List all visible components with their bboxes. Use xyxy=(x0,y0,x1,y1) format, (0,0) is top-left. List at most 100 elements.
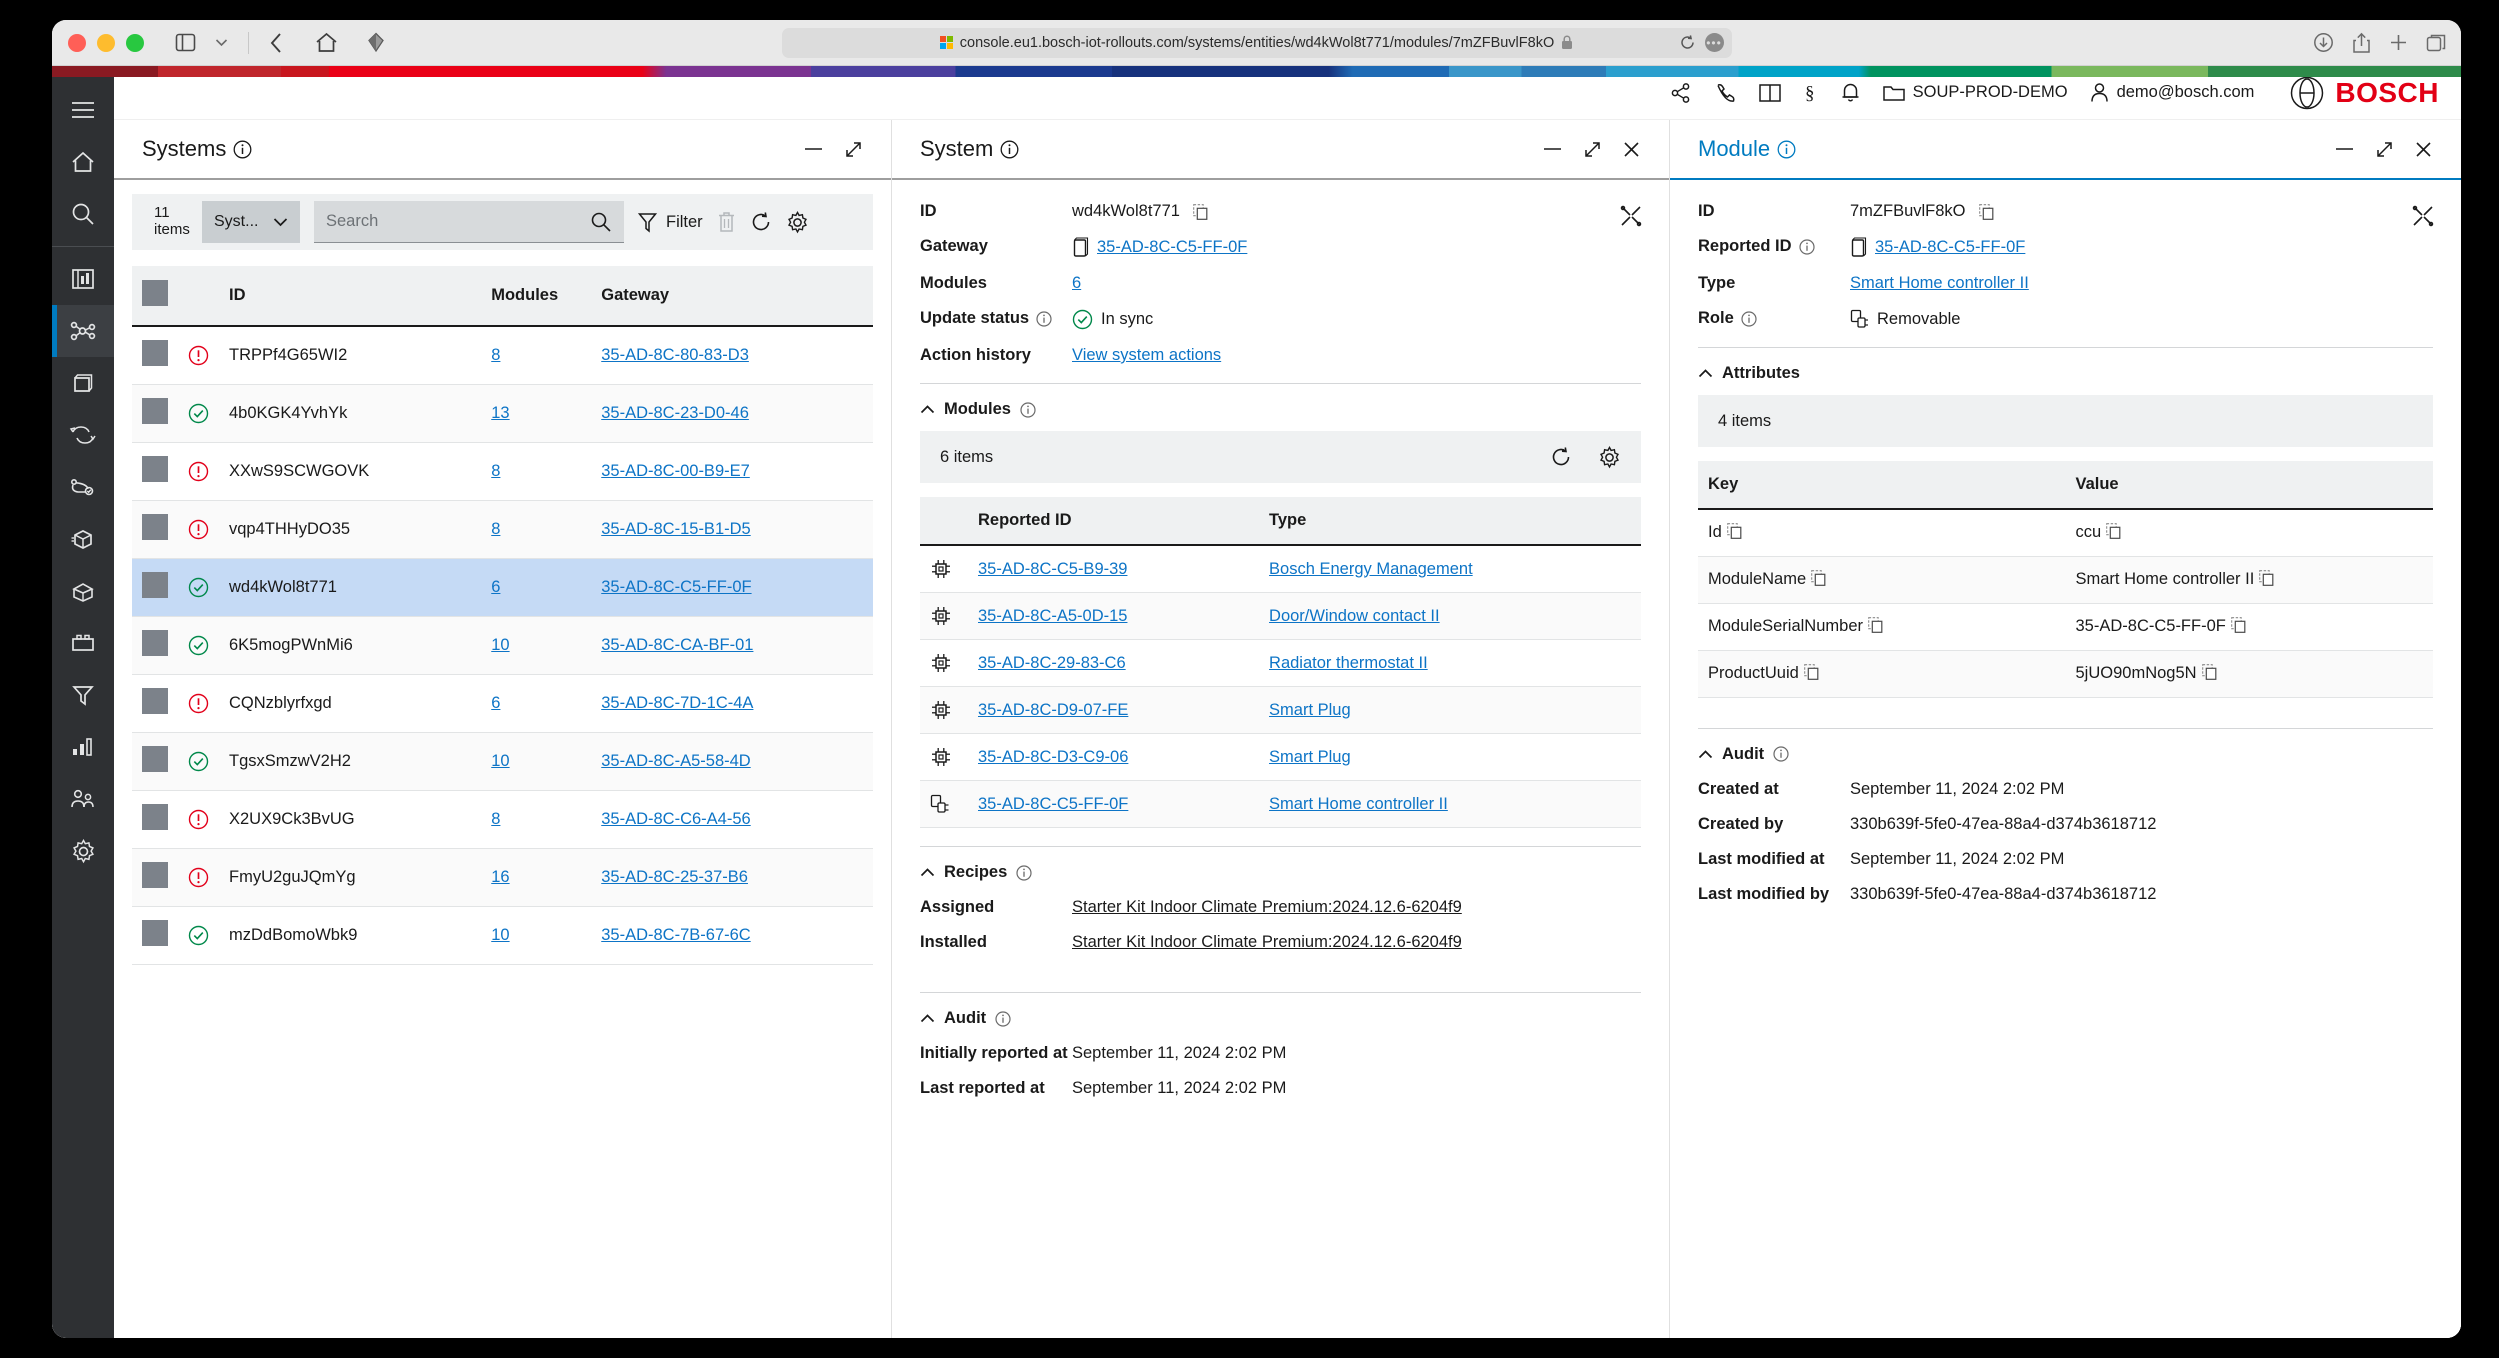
sidebar-item-search[interactable] xyxy=(52,188,114,240)
module-type-link[interactable]: Door/Window contact II xyxy=(1269,607,1440,625)
tools-icon[interactable] xyxy=(2411,204,2435,228)
url-bar[interactable]: console.eu1.bosch-iot-rollouts.com/syste… xyxy=(781,27,1732,58)
gateway-link[interactable]: 35-AD-8C-C5-FF-0F xyxy=(1097,238,1247,257)
row-gateway[interactable]: 35-AD-8C-7D-1C-4A xyxy=(591,674,873,733)
settings-gear-icon[interactable] xyxy=(1598,445,1621,469)
row-gateway[interactable]: 35-AD-8C-15-B1-D5 xyxy=(591,500,873,559)
column-header-key[interactable]: Key xyxy=(1698,461,2066,510)
column-header-reported-id[interactable]: Reported ID xyxy=(968,497,1260,546)
copy-icon[interactable] xyxy=(2106,523,2121,540)
module-type-link[interactable]: Smart Plug xyxy=(1269,748,1351,766)
table-row[interactable]: CQNzblyrfxgd 6 35-AD-8C-7D-1C-4A xyxy=(132,674,873,733)
gateway-link[interactable]: 35-AD-8C-CA-BF-01 xyxy=(601,636,753,654)
sidebar-item-deployments[interactable] xyxy=(52,461,114,513)
info-icon[interactable] xyxy=(1016,864,1032,881)
expand-panel-button[interactable] xyxy=(844,140,863,159)
close-window-button[interactable] xyxy=(68,33,86,52)
modules-count-link[interactable]: 13 xyxy=(491,404,509,422)
reported-id-link[interactable]: 35-AD-8C-D9-07-FE xyxy=(978,701,1128,719)
copy-icon[interactable] xyxy=(2201,664,2217,680)
table-row[interactable]: 35-AD-8C-C5-B9-39 Bosch Energy Management xyxy=(920,545,1641,593)
row-reported-id[interactable]: 35-AD-8C-D9-07-FE xyxy=(968,686,1260,734)
sidebar-item-users[interactable] xyxy=(52,773,114,825)
row-modules-count[interactable]: 6 xyxy=(481,674,592,733)
expand-panel-button[interactable] xyxy=(1583,140,1602,159)
gateway-link[interactable]: 35-AD-8C-00-B9-E7 xyxy=(601,462,750,480)
extension-icon[interactable] xyxy=(361,28,391,58)
row-checkbox-cell[interactable] xyxy=(132,732,178,791)
row-reported-id[interactable]: 35-AD-8C-C5-FF-0F xyxy=(968,780,1260,828)
gateway-link[interactable]: 35-AD-8C-C5-FF-0F xyxy=(601,578,751,596)
delete-icon[interactable] xyxy=(717,211,736,233)
select-all-checkbox[interactable] xyxy=(142,280,168,306)
chevron-down-icon[interactable] xyxy=(206,28,236,58)
table-row[interactable]: TRPPf4G65WI2 8 35-AD-8C-80-83-D3 xyxy=(132,326,873,385)
home-icon[interactable] xyxy=(311,28,341,58)
row-module-type[interactable]: Bosch Energy Management xyxy=(1259,545,1641,593)
minimize-panel-button[interactable] xyxy=(2334,143,2355,155)
modules-count-link[interactable]: 8 xyxy=(491,810,500,828)
select-all-header[interactable] xyxy=(132,266,178,327)
share-icon[interactable] xyxy=(2352,32,2371,54)
row-checkbox-cell[interactable] xyxy=(132,442,178,501)
module-type-link[interactable]: Smart Home controller II xyxy=(1269,795,1448,813)
row-gateway[interactable]: 35-AD-8C-80-83-D3 xyxy=(591,326,873,385)
filter-button[interactable]: Filter xyxy=(638,212,703,233)
reported-id-link[interactable]: 35-AD-8C-C5-FF-0F xyxy=(978,795,1128,813)
row-modules-count[interactable]: 8 xyxy=(481,442,592,501)
book-icon[interactable] xyxy=(1758,83,1782,103)
search-box[interactable] xyxy=(314,201,624,243)
reported-id-link[interactable]: 35-AD-8C-C5-FF-0F xyxy=(1875,238,2025,257)
row-reported-id[interactable]: 35-AD-8C-C5-B9-39 xyxy=(968,545,1260,593)
modules-section-title[interactable]: Modules xyxy=(920,400,1641,419)
modules-count-link[interactable]: 10 xyxy=(491,926,509,944)
table-row[interactable]: 6K5mogPWnMi6 10 35-AD-8C-CA-BF-01 xyxy=(132,616,873,675)
modules-count-link[interactable]: 10 xyxy=(491,752,509,770)
table-row[interactable]: X2UX9Ck3BvUG 8 35-AD-8C-C6-A4-56 xyxy=(132,790,873,849)
audit-section-title[interactable]: Audit xyxy=(920,1009,1641,1028)
row-checkbox[interactable] xyxy=(142,398,168,424)
modules-count-link[interactable]: 6 xyxy=(1072,274,1081,293)
row-checkbox[interactable] xyxy=(142,862,168,888)
row-modules-count[interactable]: 10 xyxy=(481,616,592,675)
copy-icon[interactable] xyxy=(2231,617,2246,633)
sidebar-toggle-icon[interactable] xyxy=(170,28,200,58)
modules-count-link[interactable]: 6 xyxy=(491,578,500,596)
sidebar-item-modules[interactable] xyxy=(52,617,114,669)
row-checkbox-cell[interactable] xyxy=(132,906,178,965)
row-modules-count[interactable]: 13 xyxy=(481,384,592,443)
row-checkbox[interactable] xyxy=(142,456,168,482)
share-icon[interactable] xyxy=(1669,82,1692,104)
table-row[interactable]: 35-AD-8C-D3-C9-06 Smart Plug xyxy=(920,733,1641,781)
gateway-link[interactable]: 35-AD-8C-80-83-D3 xyxy=(601,346,749,364)
new-tab-icon[interactable] xyxy=(2389,33,2408,52)
info-icon[interactable] xyxy=(995,1010,1011,1027)
minimize-window-button[interactable] xyxy=(97,33,115,52)
row-gateway[interactable]: 35-AD-8C-00-B9-E7 xyxy=(591,442,873,501)
row-modules-count[interactable]: 10 xyxy=(481,732,592,791)
search-input[interactable] xyxy=(326,212,590,231)
modules-count-link[interactable]: 6 xyxy=(491,694,500,712)
recipes-section-title[interactable]: Recipes xyxy=(920,863,1641,882)
row-checkbox[interactable] xyxy=(142,630,168,656)
info-icon[interactable] xyxy=(233,140,252,159)
gateway-link[interactable]: 35-AD-8C-C6-A4-56 xyxy=(601,810,750,828)
copy-icon[interactable] xyxy=(1811,570,1826,586)
search-icon[interactable] xyxy=(590,211,612,233)
minimize-panel-button[interactable] xyxy=(1542,143,1563,155)
sidebar-item-home[interactable] xyxy=(52,136,114,188)
row-modules-count[interactable]: 8 xyxy=(481,790,592,849)
table-row[interactable]: 35-AD-8C-29-83-C6 Radiator thermostat II xyxy=(920,639,1641,687)
reported-id-link[interactable]: 35-AD-8C-D3-C9-06 xyxy=(978,748,1128,766)
row-modules-count[interactable]: 8 xyxy=(481,500,592,559)
column-header-value[interactable]: Value xyxy=(2065,461,2433,510)
copy-icon[interactable] xyxy=(1803,664,1819,680)
column-header-gateway[interactable]: Gateway xyxy=(591,266,873,327)
sidebar-item-menu[interactable] xyxy=(52,84,114,136)
gateway-link[interactable]: 35-AD-8C-15-B1-D5 xyxy=(601,520,750,538)
row-checkbox-cell[interactable] xyxy=(132,848,178,907)
row-module-type[interactable]: Smart Plug xyxy=(1259,733,1641,781)
module-type-link[interactable]: Smart Plug xyxy=(1269,701,1351,719)
table-row[interactable]: wd4kWol8t771 6 35-AD-8C-C5-FF-0F xyxy=(132,558,873,617)
info-icon[interactable] xyxy=(1773,746,1789,762)
